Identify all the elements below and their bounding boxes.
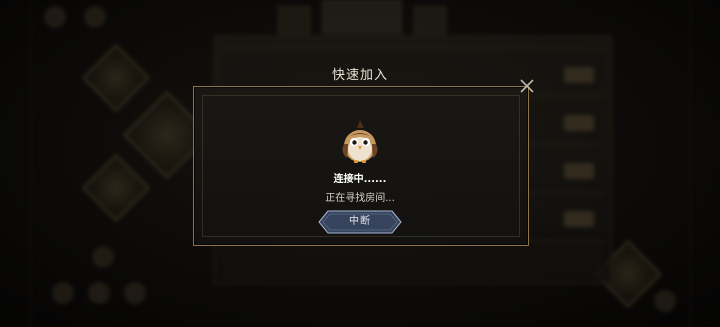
game-screen: 快速加入 连接中...... 正在寻找房间... 中断: [0, 0, 720, 327]
owl-mascot-icon: [338, 118, 382, 166]
dialog-title: 快速加入: [331, 68, 388, 83]
stop-button[interactable]: 中断: [318, 210, 402, 234]
close-icon[interactable]: [517, 76, 537, 96]
stop-button-label: 中断: [349, 216, 371, 227]
connecting-status: 连接中......: [333, 174, 387, 185]
searching-status: 正在寻找房间...: [325, 193, 395, 204]
